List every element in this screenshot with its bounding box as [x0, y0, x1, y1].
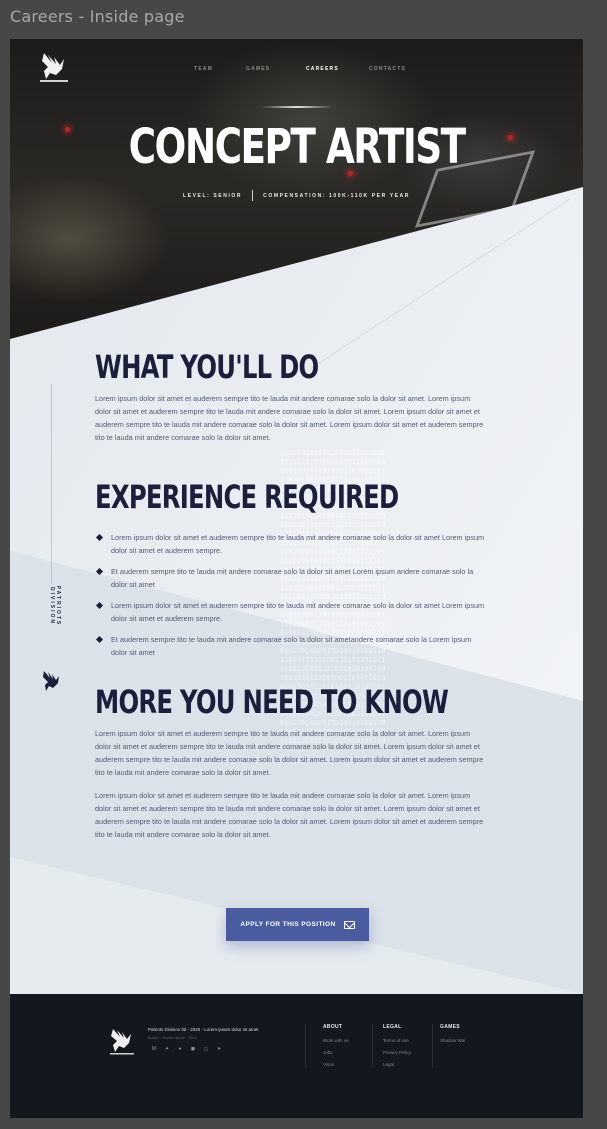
footer-subline: Brand - Game Name - 20xx: [148, 1035, 197, 1040]
careers-page: TEAM GAMES CAREERS CONTACTS CONCEPT ARTI…: [10, 39, 583, 1118]
reddit-icon[interactable]: ●: [177, 1046, 183, 1052]
footer-divider: [305, 1024, 306, 1068]
telegram-icon[interactable]: ➤: [216, 1046, 222, 1052]
side-rail-label: PATRIOTS DIVISION: [49, 585, 61, 627]
footer-column-title: ABOUT: [323, 1024, 343, 1030]
list-item: Lorem ipsum dolor sit amet et auderem se…: [95, 599, 485, 625]
experience-list: Lorem ipsum dolor sit amet et auderem se…: [95, 531, 485, 659]
social-links: M ✦ ● ◼ ◻ ➤: [151, 1046, 222, 1052]
section-title: EXPERIENCE REQUIRED: [95, 478, 399, 516]
section-what-youll-do: WHAT YOU'LL DO Lorem ipsum dolor sit ame…: [95, 351, 485, 444]
diamond-bullet-icon: [95, 533, 104, 542]
footer-column-title: LEGAL: [383, 1024, 402, 1030]
list-item: Lorem ipsum dolor sit amet et auderem se…: [95, 531, 485, 557]
footer-link[interactable]: Vison: [323, 1062, 349, 1067]
section-paragraph: Lorem ipsum dolor sit amet et auderem se…: [95, 394, 484, 442]
section-paragraph: Lorem ipsum dolor sit amet et auderem se…: [95, 729, 484, 777]
footer-link[interactable]: Jobs: [323, 1050, 349, 1055]
section-experience-required: EXPERIENCE REQUIRED: [95, 481, 485, 513]
instagram-icon[interactable]: ◻: [203, 1046, 209, 1052]
diamond-bullet-icon: [95, 601, 104, 610]
footer-column-title: GAMES: [440, 1024, 460, 1030]
apply-button[interactable]: APPLY FOR THIS POSITION: [226, 908, 369, 941]
footer-column-legal: LEGAL Terms of use Privacy Policy Legal: [383, 1024, 411, 1067]
discord-icon[interactable]: ◼: [190, 1046, 196, 1052]
canvas-frame-title: Careers - Inside page: [10, 7, 185, 26]
footer-column-games: GAMES Shadow War: [440, 1024, 466, 1043]
side-rail-line: [51, 384, 52, 584]
twitter-icon[interactable]: ✦: [164, 1046, 170, 1052]
footer: Patriots Division ltd - 2025 - Lorem ips…: [10, 994, 583, 1118]
apply-button-label: APPLY FOR THIS POSITION: [240, 921, 336, 928]
section-title: WHAT YOU'LL DO: [95, 348, 319, 386]
footer-link[interactable]: Privacy Policy: [383, 1050, 411, 1055]
footer-divider: [432, 1024, 433, 1068]
eagle-icon: [43, 671, 59, 691]
footer-link[interactable]: Shadow War: [440, 1038, 466, 1043]
section-title: MORE YOU NEED TO KNOW: [95, 683, 449, 721]
eagle-logo-icon[interactable]: [106, 1025, 138, 1057]
footer-divider: [372, 1024, 373, 1068]
footer-link[interactable]: Legal: [383, 1062, 411, 1067]
diamond-bullet-icon: [95, 567, 104, 576]
footer-column-about: ABOUT Work with us Jobs Vison: [323, 1024, 349, 1067]
list-item: Et auderem sempre tito te lauda mit ande…: [95, 565, 485, 591]
diamond-bullet-icon: [95, 635, 104, 644]
footer-link[interactable]: Terms of use: [383, 1038, 411, 1043]
section-more-you-need-to-know: MORE YOU NEED TO KNOW Lorem ipsum dolor …: [95, 686, 485, 841]
footer-link[interactable]: Work with us: [323, 1038, 349, 1043]
section-paragraph: Lorem ipsum dolor sit amet et auderem se…: [95, 791, 484, 839]
medium-icon[interactable]: M: [151, 1046, 157, 1052]
mail-icon: [343, 920, 355, 929]
list-item: Et auderem sempre tito te lauda mit ande…: [95, 633, 485, 659]
footer-copyright: Patriots Division ltd - 2025 - Lorem ips…: [148, 1027, 259, 1032]
